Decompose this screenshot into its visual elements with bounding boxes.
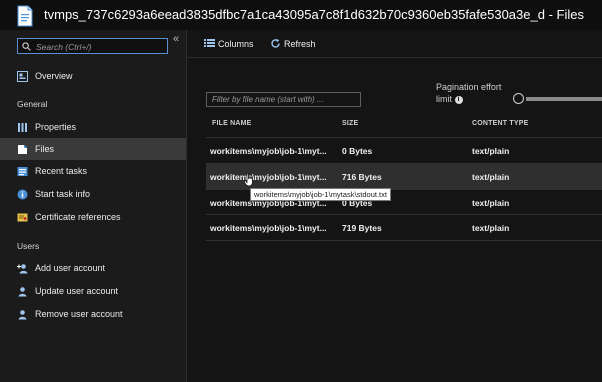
refresh-icon (271, 38, 280, 48)
sidebar-item-overview[interactable]: Overview (0, 65, 186, 87)
sidebar-item-update-user-account[interactable]: Update user account (0, 280, 186, 302)
table-row[interactable]: workitems\myjob\job-1\myt... 719 Bytes t… (206, 214, 602, 241)
sidebar-item-label: Add user account (35, 263, 106, 273)
title-bar: tvmps_737c6293a6eead3835dfbc7a1ca43095a7… (0, 0, 602, 30)
content-type-cell: text/plain (472, 146, 510, 156)
document-icon (17, 5, 33, 27)
refresh-label: Refresh (284, 39, 316, 49)
content-type-cell: text/plain (472, 223, 510, 233)
section-users: Users (17, 241, 40, 251)
content-type-cell: text/plain (472, 172, 510, 182)
collapse-sidebar-button[interactable]: « (173, 33, 179, 45)
update-user-icon (18, 287, 27, 297)
content-type-cell: text/plain (472, 198, 510, 208)
properties-icon (18, 123, 27, 132)
pagination-slider-track[interactable] (526, 97, 602, 101)
sidebar-item-add-user-account[interactable]: Add user account (0, 257, 186, 279)
add-user-icon (17, 264, 28, 274)
search-input[interactable]: Search (Ctrl+/) (17, 38, 168, 54)
sidebar-item-label: Properties (35, 122, 77, 132)
filter-placeholder: Filter by file name (start with) ... (212, 95, 324, 104)
hand-cursor-icon (244, 173, 253, 187)
info-icon (17, 189, 28, 200)
refresh-button[interactable]: Refresh (270, 37, 330, 51)
table-row[interactable]: workitems\myjob\job-1\myt... 716 Bytes t… (206, 163, 602, 189)
column-header-content-type[interactable]: CONTENT TYPE (472, 120, 528, 127)
search-placeholder: Search (Ctrl+/) (36, 42, 92, 52)
overview-icon (17, 71, 28, 82)
column-header-size[interactable]: SIZE (342, 120, 358, 127)
file-name-cell[interactable]: workitems\myjob\job-1\myt... (210, 172, 327, 182)
sidebar-item-start-task-info[interactable]: Start task info (0, 183, 186, 205)
filter-input[interactable]: Filter by file name (start with) ... (206, 92, 361, 107)
sidebar-item-recent-tasks[interactable]: Recent tasks (0, 160, 186, 182)
sidebar-item-certificate-references[interactable]: Certificate references (0, 206, 186, 228)
pagination-slider-handle[interactable] (513, 93, 524, 104)
columns-button[interactable]: Columns (204, 37, 274, 51)
file-name-tooltip: workitems\myjob\job-1\mytask\stdout.txt (250, 188, 391, 201)
search-icon (22, 42, 31, 51)
recent-tasks-icon (17, 167, 28, 176)
main-content: Columns Refresh Filter by file name (sta… (187, 30, 602, 382)
sidebar-item-label: Recent tasks (35, 166, 88, 176)
sidebar-item-label: Files (35, 144, 55, 154)
sidebar-item-remove-user-account[interactable]: Remove user account (0, 303, 186, 325)
file-name-cell[interactable]: workitems\myjob\job-1\myt... (210, 146, 327, 156)
table-row[interactable]: workitems\myjob\job-1\myt... 0 Bytes tex… (206, 137, 602, 163)
sidebar-item-properties[interactable]: Properties (0, 116, 186, 138)
sidebar-item-files[interactable]: Files (0, 138, 186, 160)
sidebar-item-label: Start task info (35, 189, 91, 199)
sidebar: Search (Ctrl+/) « Overview General Prope… (0, 30, 187, 382)
page-title: tvmps_737c6293a6eead3835dfbc7a1ca43095a7… (44, 7, 584, 22)
sidebar-item-label: Certificate references (35, 212, 121, 222)
size-cell: 716 Bytes (342, 172, 382, 182)
size-cell: 0 Bytes (342, 146, 373, 156)
pagination-label-line2: limit (436, 94, 452, 104)
size-cell: 719 Bytes (342, 223, 382, 233)
certificate-icon (17, 213, 28, 222)
column-header-file-name[interactable]: FILE NAME (212, 120, 252, 127)
section-general: General (17, 99, 48, 109)
info-icon[interactable]: i (454, 95, 463, 104)
file-name-cell[interactable]: workitems\myjob\job-1\myt... (210, 223, 327, 233)
sidebar-item-label: Update user account (35, 286, 119, 296)
table-header: FILE NAME SIZE CONTENT TYPE (206, 118, 602, 134)
files-icon (18, 145, 27, 154)
pagination-effort-label: Pagination effort limit i (436, 81, 526, 105)
remove-user-icon (18, 310, 27, 320)
toolbar: Columns Refresh (187, 30, 602, 58)
sidebar-item-label: Remove user account (35, 309, 123, 319)
columns-label: Columns (218, 39, 254, 49)
columns-icon (204, 39, 215, 47)
sidebar-item-label: Overview (35, 71, 73, 81)
pagination-label-line1: Pagination effort (436, 82, 502, 92)
